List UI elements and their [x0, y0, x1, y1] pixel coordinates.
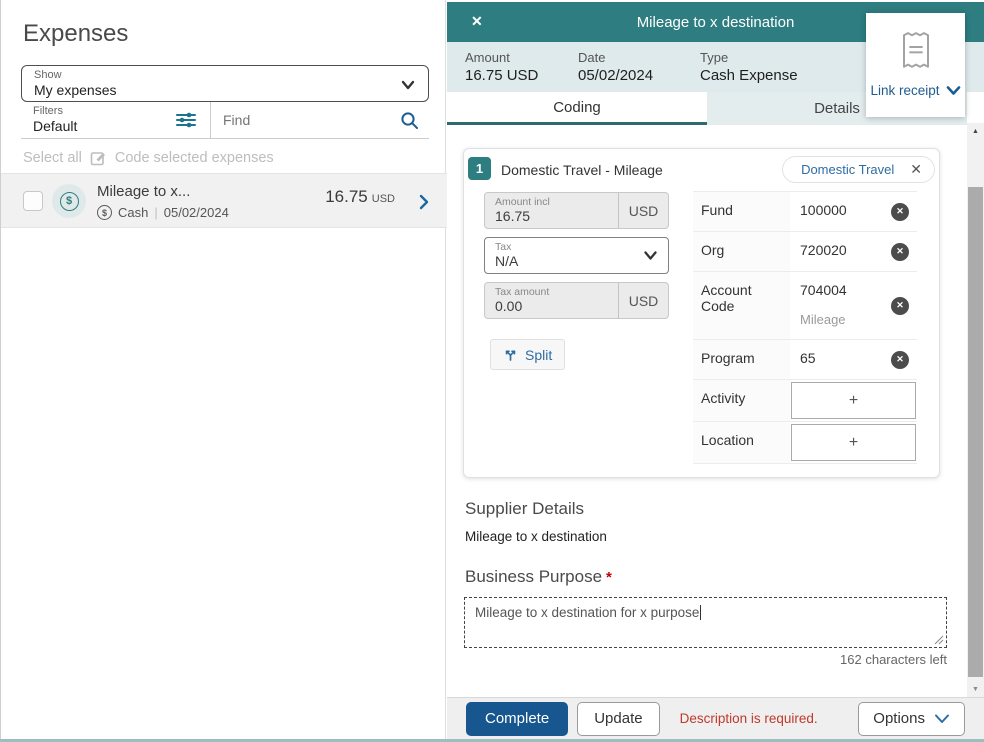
complete-button[interactable]: Complete	[466, 702, 568, 736]
remove-category-icon[interactable]: ✕	[910, 161, 922, 178]
split-button[interactable]: Split	[490, 339, 565, 370]
show-select-value: My expenses	[34, 82, 428, 98]
fund-value[interactable]: 100000 ✕	[790, 192, 917, 231]
required-asterisk: *	[606, 569, 612, 586]
table-row-activity: Activity +	[693, 380, 917, 422]
chevron-down-icon	[400, 78, 416, 92]
org-value[interactable]: 720020 ✕	[790, 232, 917, 271]
validation-error: Description is required.	[680, 711, 818, 726]
text-cursor	[700, 605, 701, 620]
expense-app: Expenses Show My expenses Filters Defaul…	[0, 0, 984, 742]
expense-title: Mileage to x...	[97, 183, 190, 200]
vertical-scrollbar[interactable]: ▲ ▼	[967, 123, 984, 697]
show-select-label: Show	[34, 69, 428, 82]
chevron-right-icon[interactable]	[419, 194, 429, 210]
chevron-down-icon	[632, 238, 668, 273]
divider: |	[154, 205, 157, 220]
expense-date: 05/02/2024	[164, 205, 229, 220]
cash-dollar-icon: $	[60, 192, 79, 211]
category-title: Domestic Travel - Mileage	[501, 162, 663, 178]
receipt-icon	[899, 31, 933, 71]
detail-title: Mileage to x destination	[637, 14, 795, 31]
coding-content: 1 Domestic Travel - Mileage Domestic Tra…	[447, 125, 967, 697]
category-pill[interactable]: Domestic Travel ✕	[782, 156, 935, 183]
table-row-account-code: Account Code 704004 Mileage ✕	[693, 272, 917, 340]
supplier-details-value: Mileage to x destination	[465, 529, 607, 544]
page-title: Expenses	[23, 20, 128, 48]
search-input[interactable]	[211, 102, 429, 138]
link-receipt-card[interactable]: Link receipt	[866, 13, 965, 117]
chevron-down-icon	[934, 713, 950, 725]
characters-left-counter: 162 characters left	[840, 652, 947, 667]
expense-subtitle: $ Cash | 05/02/2024	[97, 205, 229, 220]
table-row-org: Org 720020 ✕	[693, 232, 917, 272]
summary-date: Date 05/02/2024	[578, 50, 653, 85]
options-button[interactable]: Options	[858, 702, 965, 736]
supplier-details-heading: Supplier Details	[465, 499, 584, 519]
expense-amount: 16.75USD	[325, 187, 395, 207]
summary-type: Type Cash Expense	[700, 50, 798, 85]
summary-amount: Amount 16.75 USD	[465, 50, 538, 85]
bulk-actions: Select all Code selected expenses	[23, 149, 274, 166]
update-button[interactable]: Update	[577, 702, 659, 736]
line-number-badge: 1	[468, 157, 491, 180]
tax-amount-field: Tax amount 0.00 USD	[484, 282, 669, 319]
resize-handle-icon[interactable]	[934, 635, 944, 645]
currency-suffix: USD	[618, 193, 668, 228]
expense-type-avatar: $	[52, 184, 86, 218]
scroll-down-arrow[interactable]: ▼	[967, 681, 984, 697]
link-receipt-button[interactable]: Link receipt	[870, 83, 960, 98]
remove-value-icon[interactable]: ✕	[891, 351, 909, 369]
chevron-down-icon	[946, 85, 961, 97]
allocation-table: Fund 100000 ✕ Org 720020 ✕	[693, 191, 917, 464]
coding-card: 1 Domestic Travel - Mileage Domestic Tra…	[463, 148, 940, 478]
account-code-value[interactable]: 704004 Mileage ✕	[790, 272, 917, 339]
table-row-fund: Fund 100000 ✕	[693, 192, 917, 232]
scroll-up-arrow[interactable]: ▲	[967, 123, 984, 139]
table-row-location: Location +	[693, 422, 917, 464]
scrollbar-thumb[interactable]	[968, 187, 983, 677]
expense-method: Cash	[118, 205, 148, 220]
business-purpose-heading: Business Purpose*	[465, 567, 612, 587]
tax-select[interactable]: Tax N/A	[484, 237, 669, 274]
add-location-button[interactable]: +	[791, 424, 916, 461]
currency-suffix: USD	[618, 283, 668, 318]
remove-value-icon[interactable]: ✕	[891, 243, 909, 261]
filter-sliders-icon[interactable]	[176, 111, 196, 129]
cash-method-icon: $	[97, 205, 112, 220]
expense-list-panel: Expenses Show My expenses Filters Defaul…	[0, 0, 446, 739]
code-selected-link[interactable]: Code selected expenses	[115, 150, 274, 166]
add-activity-button[interactable]: +	[791, 382, 916, 419]
edit-square-icon	[90, 149, 107, 166]
remove-value-icon[interactable]: ✕	[891, 203, 909, 221]
amount-incl-field: Amount incl 16.75 USD	[484, 192, 669, 229]
filters-select[interactable]: Filters Default	[21, 102, 211, 138]
program-value[interactable]: 65 ✕	[790, 340, 917, 379]
close-icon[interactable]: ✕	[471, 13, 483, 30]
table-row-program: Program 65 ✕	[693, 340, 917, 380]
find-field	[211, 102, 429, 138]
expense-checkbox[interactable]	[23, 191, 43, 211]
expense-list-item[interactable]: $ Mileage to x... $ Cash | 05/02/2024 16…	[1, 173, 447, 228]
select-all-link[interactable]: Select all	[23, 150, 82, 166]
search-icon[interactable]	[400, 111, 419, 130]
remove-value-icon[interactable]: ✕	[891, 297, 909, 315]
split-icon	[503, 347, 518, 362]
detail-footer: Complete Update Description is required.…	[447, 697, 984, 739]
tab-coding[interactable]: Coding	[447, 92, 707, 125]
show-select[interactable]: Show My expenses	[21, 65, 429, 102]
business-purpose-textarea[interactable]: Mileage to x destination for x purpose	[464, 597, 947, 648]
filter-bar: Filters Default	[21, 102, 429, 139]
